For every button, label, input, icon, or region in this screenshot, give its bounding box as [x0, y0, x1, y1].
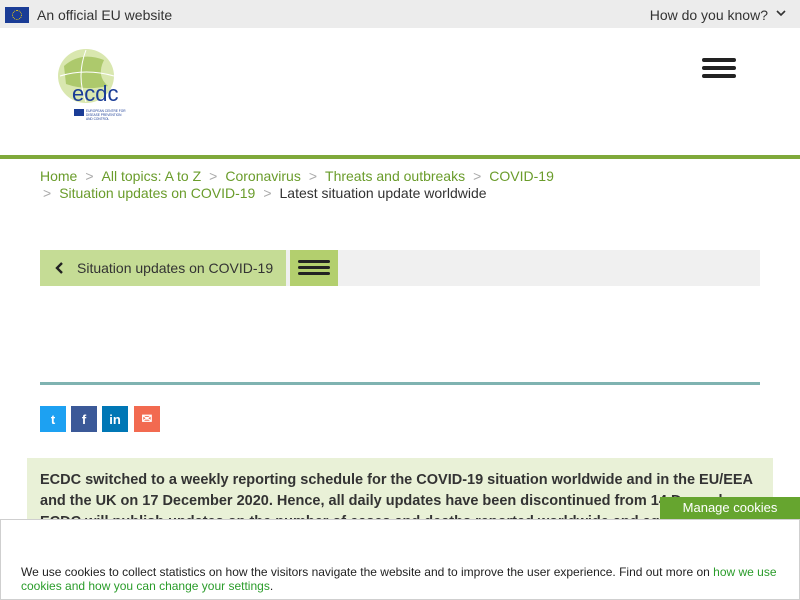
email-icon: ✉ — [141, 411, 153, 426]
eu-official-text: An official EU website — [37, 7, 173, 23]
hamburger-icon — [702, 58, 736, 62]
main-menu-button[interactable] — [702, 58, 736, 78]
hamburger-icon — [298, 260, 330, 263]
breadcrumb-current: Latest situation update worldwide — [279, 185, 487, 201]
cookie-banner: We use cookies to collect statistics on … — [0, 519, 800, 600]
breadcrumb: Home > All topics: A to Z > Coronavirus > Thre… — [40, 168, 554, 201]
breadcrumb-home[interactable]: Home — [40, 168, 77, 184]
how-do-you-know-link[interactable]: How do you know? — [650, 7, 768, 23]
share-linkedin-button[interactable]: in — [102, 406, 128, 432]
breadcrumb-covid19[interactable]: COVID-19 — [489, 168, 554, 184]
share-twitter-button[interactable]: t — [40, 406, 66, 432]
site-header: ecdc EUROPEAN CENTRE FOR DISEASE PREVENT… — [0, 28, 800, 155]
eu-flag-icon — [5, 7, 29, 23]
breadcrumb-coronavirus[interactable]: Coronavirus — [225, 168, 300, 184]
facebook-icon: f — [81, 411, 87, 427]
cookie-message: We use cookies to collect statistics on … — [21, 565, 777, 593]
back-to-situation-updates-button[interactable]: Situation updates on COVID-19 — [40, 250, 286, 286]
back-button-label: Situation updates on COVID-19 — [77, 260, 274, 276]
breadcrumb-topics[interactable]: All topics: A to Z — [102, 168, 202, 184]
chevron-down-icon[interactable] — [776, 8, 786, 18]
logo-text: ecdc — [72, 81, 118, 106]
linkedin-icon: in — [109, 411, 121, 427]
eu-banner: An official EU website How do you know? — [0, 0, 800, 28]
ecdc-logo[interactable]: ecdc EUROPEAN CENTRE FOR DISEASE PREVENT… — [56, 46, 146, 126]
header-divider — [0, 155, 800, 159]
content-divider — [40, 382, 760, 385]
manage-cookies-button[interactable]: Manage cookies — [660, 497, 800, 519]
svg-text:AND CONTROL: AND CONTROL — [86, 117, 109, 121]
breadcrumb-threats[interactable]: Threats and outbreaks — [325, 168, 465, 184]
share-facebook-button[interactable]: f — [71, 406, 97, 432]
twitter-icon: t — [50, 411, 56, 427]
breadcrumb-situation-updates[interactable]: Situation updates on COVID-19 — [59, 185, 255, 201]
section-menu-button[interactable] — [290, 250, 338, 286]
share-email-button[interactable]: ✉ — [134, 406, 160, 432]
section-nav: Situation updates on COVID-19 — [40, 250, 760, 286]
chevron-left-icon — [55, 262, 63, 274]
